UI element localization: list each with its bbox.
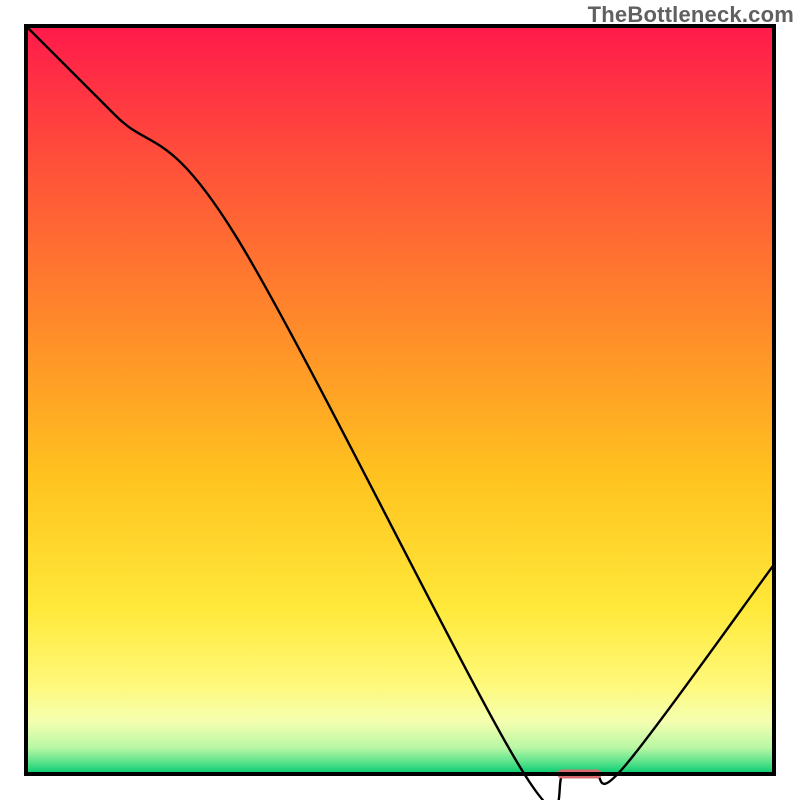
plot-background — [26, 26, 774, 774]
chart-container: TheBottleneck.com — [0, 0, 800, 800]
bottleneck-chart — [0, 0, 800, 800]
watermark-label: TheBottleneck.com — [588, 2, 794, 28]
